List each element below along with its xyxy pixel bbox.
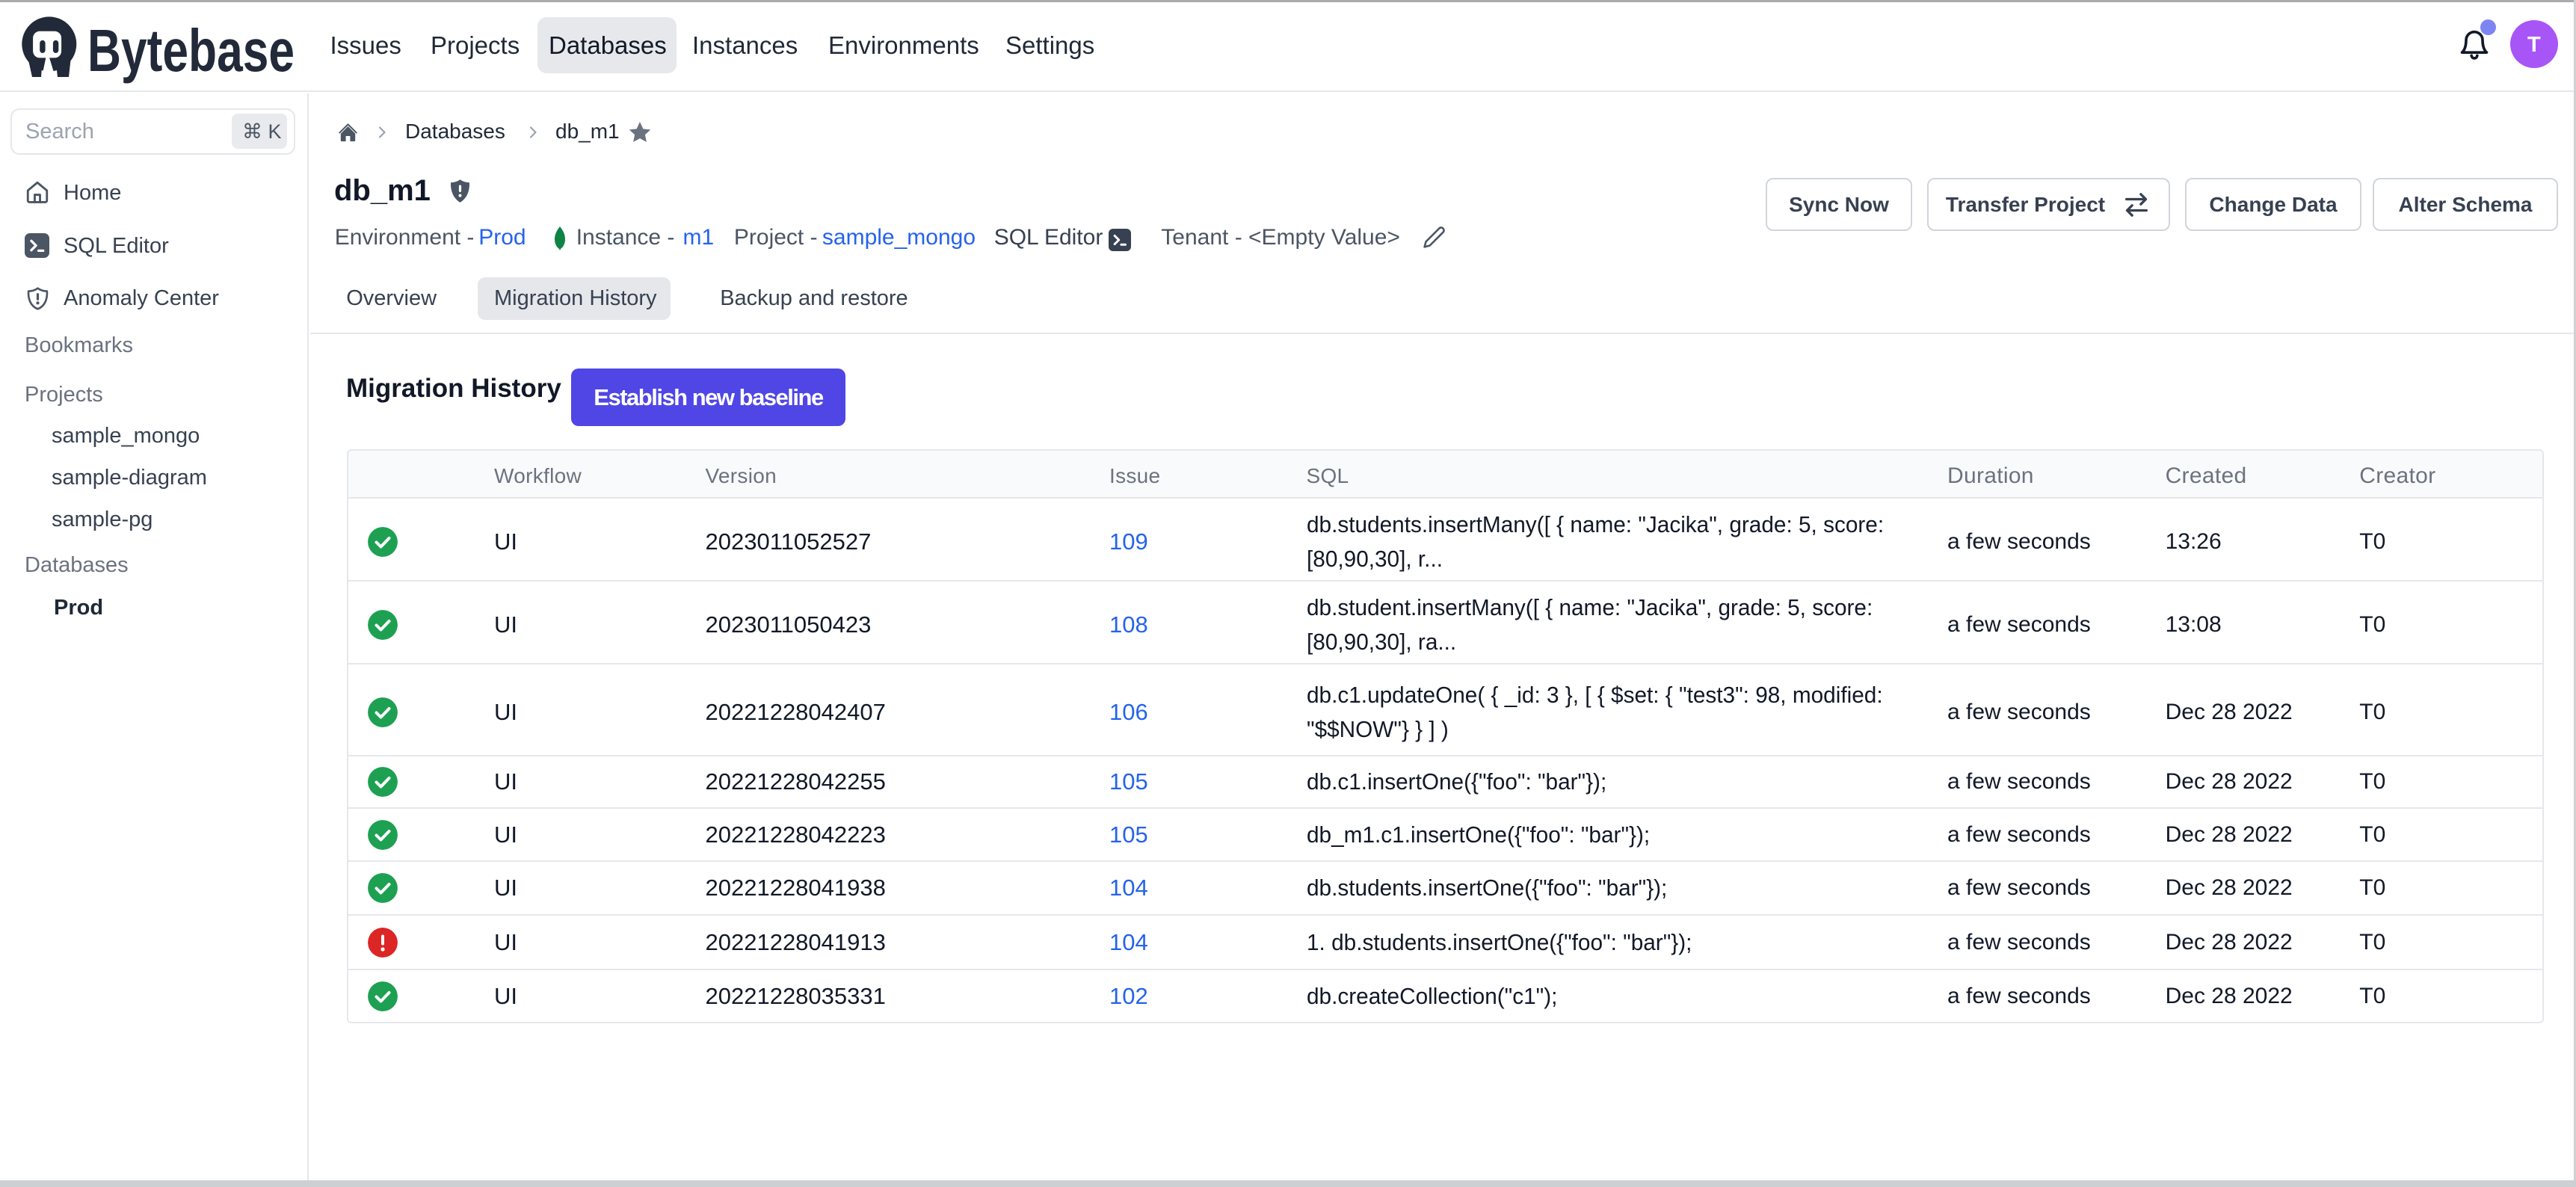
svg-text:Bytebase: Bytebase [87,21,295,84]
